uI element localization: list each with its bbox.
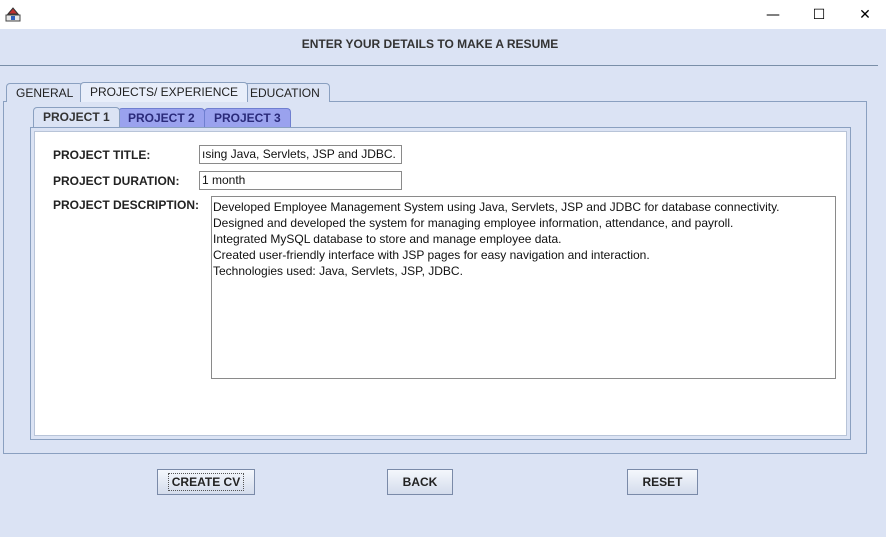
reset-button[interactable]: RESET bbox=[627, 469, 698, 495]
divider bbox=[0, 65, 878, 66]
description-line: Created user-friendly interface with JSP… bbox=[213, 248, 650, 262]
description-line: Designed and developed the system for ma… bbox=[213, 216, 734, 230]
back-button[interactable]: BACK bbox=[387, 469, 453, 495]
maximize-button[interactable]: ☐ bbox=[796, 0, 842, 29]
tab-project-2[interactable]: PROJECT 2 bbox=[118, 108, 205, 127]
close-button[interactable]: ✕ bbox=[842, 0, 886, 29]
page-title: ENTER YOUR DETAILS TO MAKE A RESUME bbox=[301, 37, 559, 51]
create-cv-label: CREATE CV bbox=[167, 473, 245, 491]
title-bar: — ☐ ✕ bbox=[0, 0, 886, 29]
java-app-icon bbox=[5, 7, 21, 22]
project-duration-input[interactable]: 1 month bbox=[199, 171, 402, 190]
project-title-label: PROJECT TITLE: bbox=[53, 148, 151, 162]
tab-education[interactable]: EDUCATION bbox=[240, 83, 330, 102]
description-line: Developed Employee Management System usi… bbox=[213, 200, 780, 214]
tab-general[interactable]: GENERAL bbox=[6, 83, 84, 102]
create-cv-button[interactable]: CREATE CV bbox=[157, 469, 255, 495]
description-line: Integrated MySQL database to store and m… bbox=[213, 232, 562, 246]
tab-project-1[interactable]: PROJECT 1 bbox=[33, 107, 120, 127]
project-title-input[interactable]: ısing Java, Servlets, JSP and JDBC. bbox=[199, 145, 402, 164]
minimize-button[interactable]: — bbox=[750, 0, 796, 29]
project-duration-label: PROJECT DURATION: bbox=[53, 174, 180, 188]
project-description-label: PROJECT DESCRIPTION: bbox=[53, 198, 200, 212]
tab-projects-experience[interactable]: PROJECTS/ EXPERIENCE bbox=[80, 82, 249, 102]
description-line: Technologies used: Java, Servlets, JSP, … bbox=[213, 264, 463, 278]
project-description-textarea[interactable]: Developed Employee Management System usi… bbox=[211, 196, 836, 379]
tab-project-3[interactable]: PROJECT 3 bbox=[204, 108, 291, 127]
